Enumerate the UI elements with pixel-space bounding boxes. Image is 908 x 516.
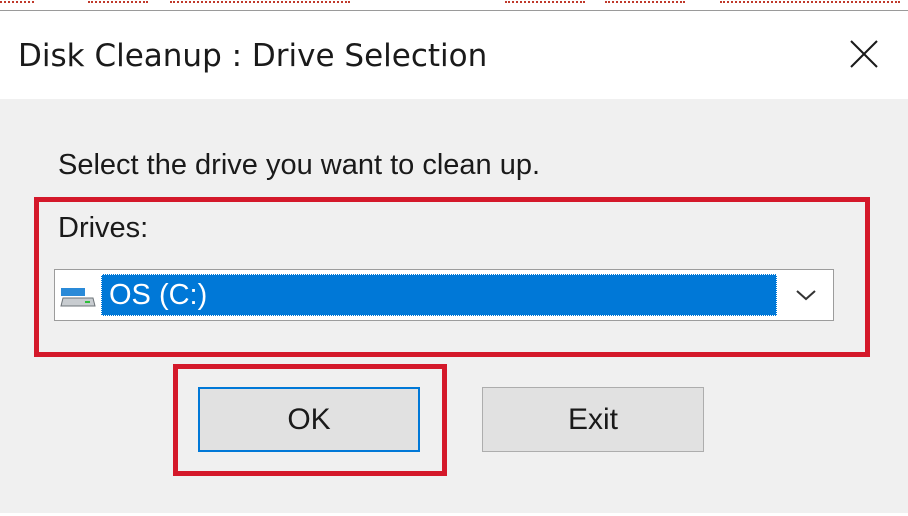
dropdown-toggle[interactable] <box>779 270 833 320</box>
chevron-down-icon <box>796 290 816 301</box>
ok-button[interactable]: OK <box>198 387 420 452</box>
close-button[interactable] <box>836 29 892 79</box>
close-icon <box>850 40 878 68</box>
spellcheck-underline <box>88 1 148 7</box>
exit-button[interactable]: Exit <box>482 387 704 452</box>
window-title: Disk Cleanup : Drive Selection <box>18 38 488 74</box>
background-window-strip <box>0 0 908 10</box>
spellcheck-underline <box>605 1 685 7</box>
spellcheck-underline <box>0 1 34 7</box>
dialog-content: Select the drive you want to clean up. D… <box>0 99 908 513</box>
drive-select[interactable]: OS (C:) <box>54 269 834 321</box>
title-bar: Disk Cleanup : Drive Selection <box>0 11 908 99</box>
spellcheck-underline <box>170 1 350 7</box>
selected-drive-value: OS (C:) <box>109 279 208 311</box>
hard-drive-icon <box>60 288 96 307</box>
disk-cleanup-dialog: Disk Cleanup : Drive Selection Select th… <box>0 10 908 513</box>
instruction-text: Select the drive you want to clean up. <box>58 149 541 181</box>
spellcheck-underline <box>505 1 585 7</box>
spellcheck-underline <box>720 1 900 7</box>
drives-label: Drives: <box>58 212 149 244</box>
